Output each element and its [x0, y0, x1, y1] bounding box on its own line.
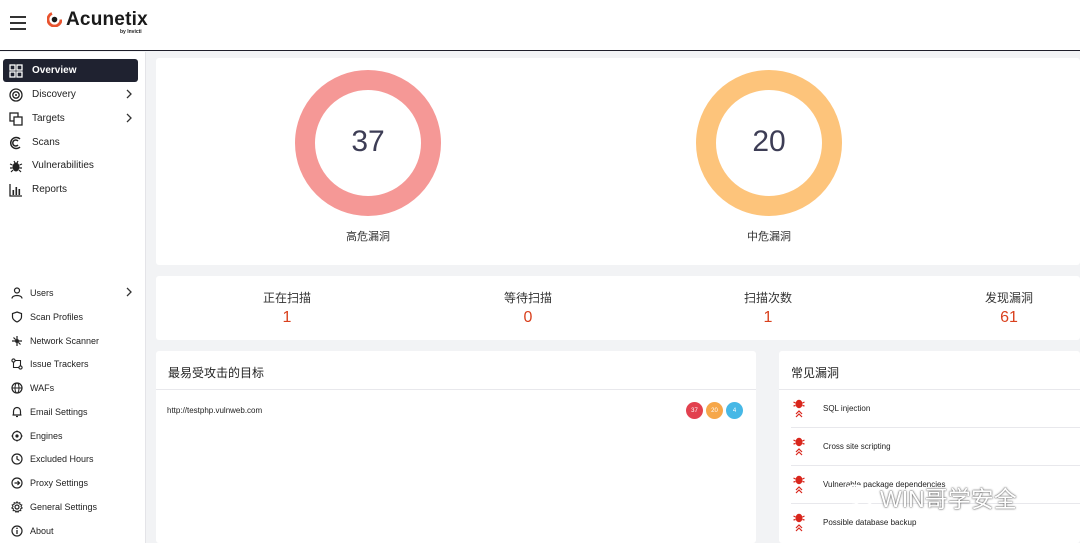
vuln-row[interactable]: SQL injection	[791, 390, 1080, 428]
globe-icon	[11, 381, 23, 394]
sidebar-item-general-settings[interactable]: General Settings	[3, 495, 138, 518]
stat-value: 1	[282, 309, 292, 326]
sidebar-item-proxy-settings[interactable]: Proxy Settings	[3, 471, 138, 494]
stat-value: 1	[763, 309, 773, 326]
sidebar-item-label: Network Scanner	[30, 335, 100, 346]
targets-icon	[9, 111, 23, 126]
clock-icon	[11, 452, 23, 465]
vuln-name: SQL injection	[823, 404, 871, 413]
sidebar-item-label: Email Settings	[30, 406, 88, 417]
sidebar-item-label: Discovery	[32, 89, 76, 100]
sidebar-item-label: Engines	[30, 430, 63, 441]
sidebar-item-label: Vulnerabilities	[32, 160, 94, 171]
sidebar-item-label: General Settings	[30, 501, 98, 512]
proxy-icon	[11, 476, 23, 489]
sidebar-item-label: Excluded Hours	[30, 453, 94, 464]
acunetix-logo-icon	[47, 12, 62, 27]
engine-icon	[11, 430, 23, 442]
stat-label: 正在扫描	[262, 291, 311, 305]
shield-icon	[11, 310, 23, 323]
sidebar-item-excluded-hours[interactable]: Excluded Hours	[3, 447, 138, 470]
card-title: 常见漏洞	[791, 366, 840, 380]
sidebar-item-scan-profiles[interactable]: Scan Profiles	[3, 305, 138, 328]
high-severity-bug-icon	[793, 475, 805, 494]
high-severity-bug-icon	[793, 399, 805, 418]
top-header: Acunetix by Invicti	[0, 0, 1080, 51]
sidebar-item-scans[interactable]: Scans	[3, 131, 138, 154]
high-severity-bug-icon	[793, 513, 805, 532]
tracker-icon	[11, 357, 23, 370]
sidebar-item-reports[interactable]: Reports	[3, 178, 138, 201]
chevron-right-icon	[126, 287, 132, 297]
sidebar-item-label: Proxy Settings	[30, 477, 89, 488]
stat-value: 61	[1000, 309, 1018, 326]
sidebar-item-network-scanner[interactable]: Network Scanner	[3, 329, 138, 352]
vuln-name: Possible database backup	[823, 518, 917, 527]
chevron-right-icon	[126, 113, 132, 123]
brand-name: Acunetix	[66, 9, 148, 30]
sidebar-item-label: Overview	[32, 65, 77, 76]
info-icon	[11, 524, 23, 537]
vuln-row[interactable]: Cross site scripting	[791, 428, 1080, 466]
top-targets-card: 最易受攻击的目标 http://testphp.vulnweb.com 37 2…	[156, 351, 756, 543]
sidebar-item-label: About	[30, 525, 54, 536]
target-icon	[9, 87, 23, 102]
vuln-name: Cross site scripting	[823, 442, 891, 451]
sidebar-item-overview[interactable]: Overview	[3, 59, 138, 82]
sidebar-item-discovery[interactable]: Discovery	[3, 83, 138, 106]
medium-count-badge: 20	[706, 402, 723, 419]
bell-icon	[11, 406, 23, 418]
sidebar-item-issue-trackers[interactable]: Issue Trackers	[3, 352, 138, 375]
stat-label: 等待扫描	[503, 291, 552, 305]
target-url-link[interactable]: http://testphp.vulnweb.com	[167, 406, 262, 415]
watermark-text: WIN哥学安全	[880, 486, 1017, 512]
sidebar-item-targets[interactable]: Targets	[3, 107, 138, 130]
medium-severity-label: 中危漏洞	[747, 231, 791, 243]
sidebar-item-label: WAFs	[30, 382, 55, 393]
bar-chart-icon	[9, 183, 23, 197]
stat-value: 0	[523, 309, 533, 326]
high-severity-label: 高危漏洞	[346, 231, 390, 243]
stat-scan-count[interactable]: 扫描次数 1	[708, 289, 828, 327]
card-title: 最易受攻击的目标	[168, 366, 265, 380]
sidebar-item-label: Targets	[32, 113, 65, 124]
wechat-icon	[843, 484, 873, 507]
sidebar-item-label: Reports	[32, 184, 68, 195]
sidebar-item-wafs[interactable]: WAFs	[3, 376, 138, 399]
stat-vulns-found[interactable]: 发现漏洞 61	[949, 289, 1069, 327]
sidebar-item-label: Issue Trackers	[30, 358, 89, 369]
high-count-badge: 37	[686, 402, 703, 419]
severity-overview-card: 37 高危漏洞 20 中危漏洞	[156, 58, 1080, 265]
scan-stats-card: 正在扫描 1 等待扫描 0 扫描次数 1 发现漏洞 61	[156, 276, 1080, 340]
sidebar-item-vulnerabilities[interactable]: Vulnerabilities	[3, 154, 138, 177]
stat-scanning[interactable]: 正在扫描 1	[227, 289, 347, 327]
brand-sub: by Invicti	[120, 29, 142, 35]
network-icon	[11, 335, 23, 347]
sidebar-item-email-settings[interactable]: Email Settings	[3, 400, 138, 423]
sidebar-item-engines[interactable]: Engines	[3, 424, 138, 447]
stat-label: 发现漏洞	[984, 291, 1033, 305]
menu-icon[interactable]	[10, 16, 26, 30]
sidebar-item-label: Scan Profiles	[30, 311, 84, 322]
sidebar-item-label: Scans	[32, 137, 60, 148]
stat-waiting[interactable]: 等待扫描 0	[468, 289, 588, 327]
chevron-right-icon	[126, 89, 132, 99]
high-severity-count: 37	[351, 125, 385, 158]
gear-icon	[11, 500, 23, 513]
user-icon	[11, 286, 23, 299]
stat-label: 扫描次数	[743, 291, 792, 305]
bug-icon	[9, 159, 23, 173]
divider	[156, 389, 756, 390]
medium-severity-count: 20	[752, 125, 786, 158]
high-severity-bug-icon	[793, 437, 805, 456]
sidebar-item-users[interactable]: Users	[3, 281, 138, 304]
scan-icon	[9, 136, 23, 150]
grid-icon	[9, 63, 23, 78]
common-vulns-card: 常见漏洞 SQL injection Cross site scripting …	[779, 351, 1080, 543]
sidebar-item-about[interactable]: About	[3, 519, 138, 542]
low-count-badge: 4	[726, 402, 743, 419]
sidebar-item-label: Users	[30, 287, 54, 298]
sidebar: Overview Discovery Targets Scans Vulnera…	[0, 52, 146, 543]
